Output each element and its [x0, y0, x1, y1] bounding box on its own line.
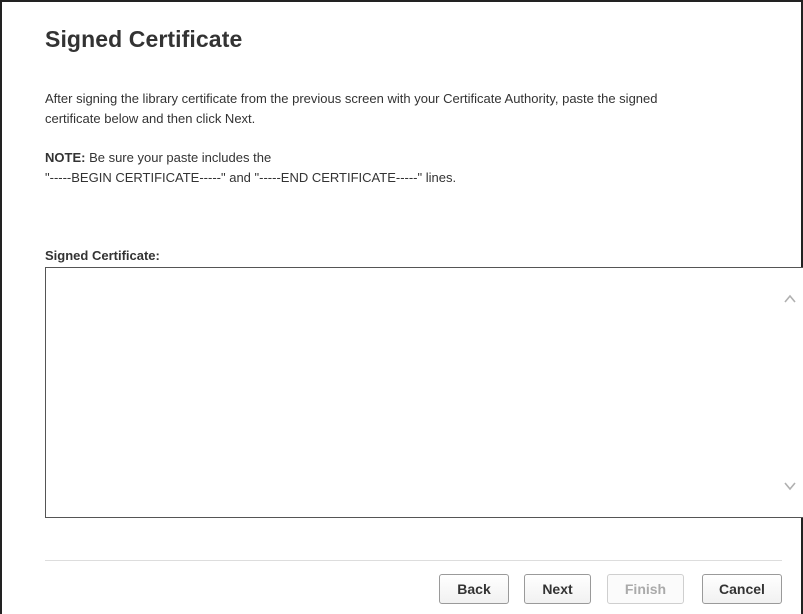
page-title: Signed Certificate [45, 26, 243, 52]
note-line-2: "-----BEGIN CERTIFICATE-----" and "-----… [45, 170, 457, 185]
intro-text: After signing the library certificate fr… [45, 89, 785, 129]
note-label: NOTE: [45, 150, 86, 165]
signed-certificate-label: Signed Certificate: [45, 248, 160, 263]
note-line-1: NOTE: Be sure your paste includes the [45, 148, 785, 168]
note-line-1-text: Be sure your paste includes the [85, 150, 272, 165]
intro-line-2: certificate below and then click Next. [45, 111, 256, 126]
footer-divider [45, 560, 782, 561]
signed-certificate-field-container [45, 267, 803, 518]
intro-line-1: After signing the library certificate fr… [45, 91, 658, 106]
signed-certificate-textarea[interactable] [46, 268, 803, 517]
signed-certificate-dialog: Signed Certificate After signing the lib… [0, 0, 803, 614]
chevron-down-icon[interactable] [783, 479, 797, 493]
next-button[interactable]: Next [524, 574, 591, 604]
cancel-button[interactable]: Cancel [702, 574, 782, 604]
note-text: NOTE: Be sure your paste includes the "-… [45, 148, 785, 188]
finish-button[interactable]: Finish [607, 574, 684, 604]
chevron-up-icon[interactable] [783, 292, 797, 306]
back-button[interactable]: Back [439, 574, 509, 604]
